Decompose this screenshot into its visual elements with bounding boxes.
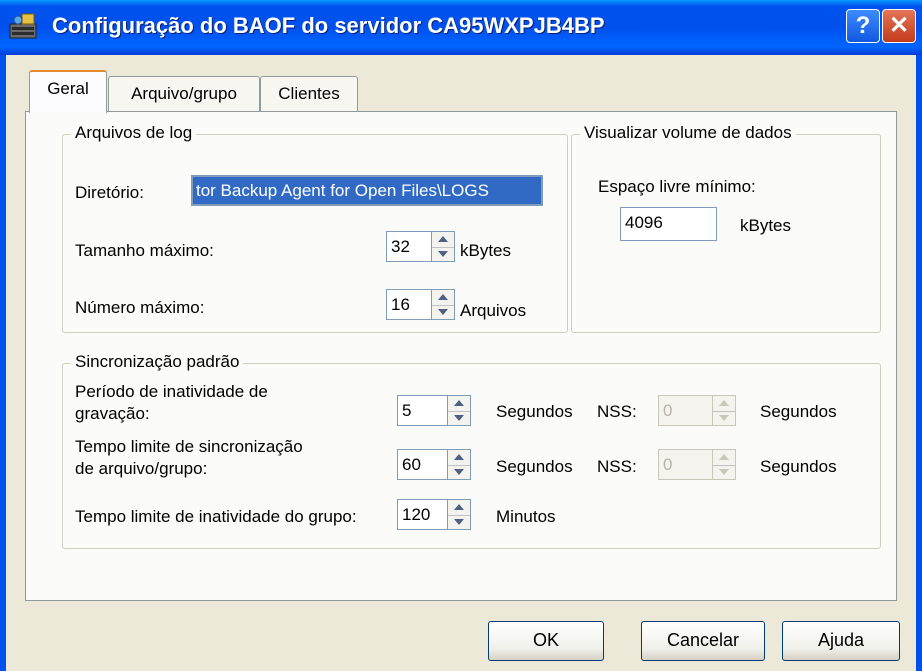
min-free-input[interactable]: 4096 [620,207,717,241]
arrow-up-icon [454,504,464,510]
tab-clientes[interactable]: Clientes [260,76,358,112]
min-free-label: Espaço livre mínimo: [598,177,756,196]
spin-up-button[interactable] [432,232,454,248]
arrow-down-icon [454,415,464,421]
arrow-down-icon [454,519,464,525]
arrow-up-icon [454,400,464,406]
min-free-unit: kBytes [740,216,792,235]
sync-timeout-unit: Segundos [496,457,573,476]
group-inactivity-input[interactable]: 120 [397,499,448,530]
data-volume-group-title: Visualizar volume de dados [580,123,796,143]
window-title: Configuração do BAOF do servidor CA95WXP… [52,13,605,38]
data-volume-group: Visualizar volume de dados Espaço livre … [571,123,881,333]
cancel-button[interactable]: Cancelar [641,621,765,661]
sync-default-group: Sincronização padrão Período de inativid… [62,352,881,549]
arrow-down-icon [438,251,448,257]
arrow-up-icon [454,454,464,460]
arrow-down-icon [719,469,729,475]
write-inactivity-unit: Segundos [496,402,573,421]
arrow-up-icon [719,400,729,406]
sync-timeout-input[interactable]: 60 [397,449,448,480]
log-files-group: Arquivos de log Diretório: tor Backup Ag… [62,123,568,333]
write-inactivity-spinner[interactable] [448,395,471,426]
help-title-button[interactable]: ? [846,9,880,43]
sync-timeout-spinner[interactable] [448,449,471,480]
arrow-up-icon [438,294,448,300]
arrow-up-icon [438,236,448,242]
write-nss-unit: Segundos [760,402,837,421]
spin-down-button[interactable] [448,411,470,426]
help-button[interactable]: Ajuda [782,621,900,661]
write-inactivity-label-line2: gravação: [75,404,150,423]
sync-nss-unit: Segundos [760,457,837,476]
spin-up-button[interactable] [448,396,470,412]
directory-label: Diretório: [75,183,144,202]
max-number-unit: Arquivos [460,301,527,320]
sync-nss-label: NSS: [597,457,637,476]
tab-arquivo-grupo[interactable]: Arquivo/grupo [108,76,260,112]
sync-nss-spinner [713,449,736,480]
spin-down-button[interactable] [448,465,470,480]
max-size-label: Tamanho máximo: [75,241,214,260]
server-config-icon [8,12,42,42]
window-frame-left [0,55,6,671]
spin-down-button[interactable] [448,515,470,530]
sync-timeout-label-line1: Tempo limite de sincronização [75,437,303,456]
dialog-window: Configuração do BAOF do servidor CA95WXP… [0,0,922,671]
title-bar[interactable]: Configuração do BAOF do servidor CA95WXP… [0,0,922,55]
spin-down-button[interactable] [432,247,454,262]
write-inactivity-label-line1: Período de inatividade de [75,382,268,401]
window-frame-right [916,55,922,671]
group-inactivity-label: Tempo limite de inatividade do grupo: [75,507,357,526]
arrow-down-icon [438,309,448,315]
spin-up-button[interactable] [432,290,454,306]
arrow-down-icon [719,415,729,421]
log-files-group-title: Arquivos de log [71,123,197,143]
tab-panel-geral: Arquivos de log Diretório: tor Backup Ag… [25,111,897,601]
group-inactivity-spinner[interactable] [448,499,471,530]
arrow-down-icon [454,469,464,475]
max-size-unit: kBytes [460,241,512,260]
ok-button[interactable]: OK [488,621,604,661]
tab-geral[interactable]: Geral [29,70,107,113]
directory-input[interactable]: tor Backup Agent for Open Files\LOGS [191,175,543,206]
spin-up-button[interactable] [448,500,470,516]
write-nss-spinner [713,395,736,426]
group-inactivity-unit: Minutos [496,507,556,526]
write-inactivity-input[interactable]: 5 [397,395,448,426]
max-size-input[interactable]: 32 [386,231,432,262]
sync-group-title: Sincronização padrão [71,352,244,372]
max-size-spinner[interactable] [432,231,455,262]
sync-timeout-label-line2: de arquivo/grupo: [75,459,208,478]
spin-down-button [713,411,735,426]
max-number-input[interactable]: 16 [386,289,432,320]
close-button[interactable]: ✕ [882,9,916,43]
arrow-up-icon [719,454,729,460]
write-nss-input: 0 [658,395,713,426]
sync-nss-input: 0 [658,449,713,480]
spin-up-button [713,396,735,412]
write-nss-label: NSS: [597,402,637,421]
max-number-spinner[interactable] [432,289,455,320]
spin-up-button [713,450,735,466]
spin-down-button[interactable] [432,305,454,320]
max-number-label: Número máximo: [75,298,205,317]
spin-down-button [713,465,735,480]
spin-up-button[interactable] [448,450,470,466]
